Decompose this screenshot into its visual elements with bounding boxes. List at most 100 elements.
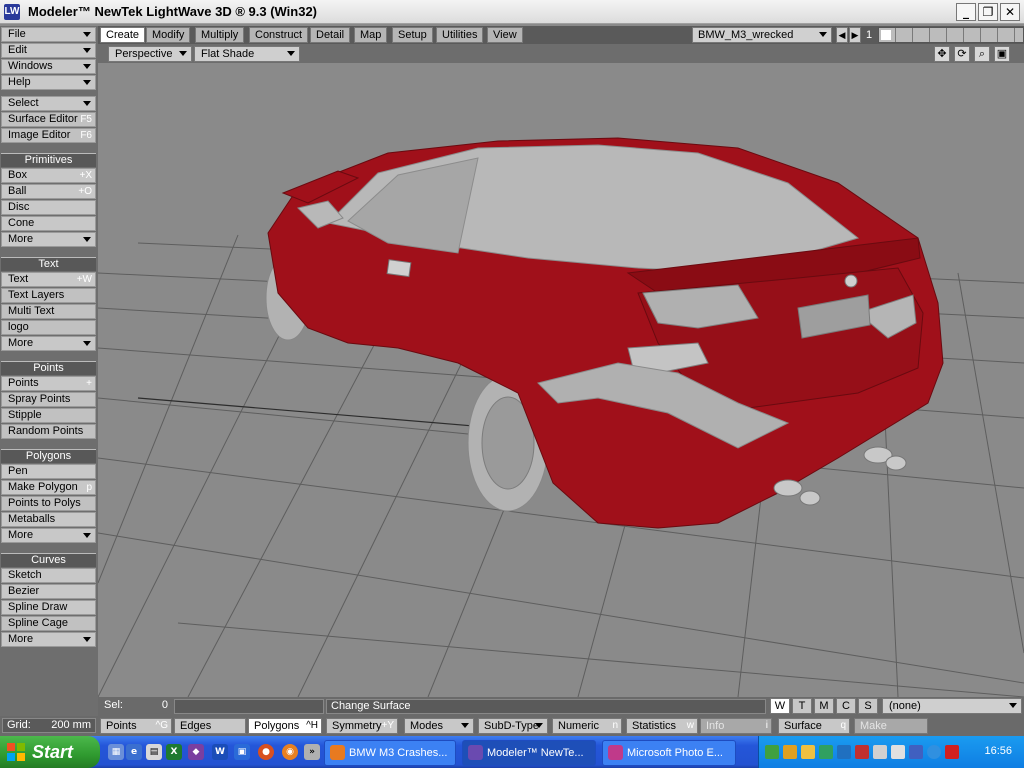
info-button[interactable]: Info i: [700, 718, 772, 734]
maximize-button[interactable]: ❐: [978, 3, 998, 21]
make-polygon-tool[interactable]: Make Polygon p: [1, 480, 96, 495]
lightwave-app-icon[interactable]: LW: [4, 4, 20, 20]
sketch-tool[interactable]: Sketch: [1, 568, 96, 583]
edges-mode-button[interactable]: Edges: [174, 718, 246, 734]
tray-monitor-icon[interactable]: [909, 745, 923, 759]
wtmcs-w-button[interactable]: W: [770, 698, 790, 714]
spline-draw-tool[interactable]: Spline Draw: [1, 600, 96, 615]
prev-layer-button[interactable]: ◀: [836, 27, 848, 43]
close-button[interactable]: ✕: [1000, 3, 1020, 21]
tray-volume-icon[interactable]: [873, 745, 887, 759]
numeric-button[interactable]: Numeric n: [552, 718, 622, 734]
windows-menu[interactable]: Windows: [1, 59, 96, 74]
surface-select-dropdown[interactable]: (none): [882, 698, 1022, 714]
perspective-viewport[interactable]: [98, 63, 1024, 697]
wtmcs-t-button[interactable]: T: [792, 698, 812, 714]
subd-type-dropdown[interactable]: SubD-Type: [478, 718, 548, 734]
move-view-icon[interactable]: ✥: [934, 46, 950, 62]
wtmcs-m-button[interactable]: M: [814, 698, 834, 714]
next-layer-button[interactable]: ▶: [849, 27, 861, 43]
tray-java-icon[interactable]: [783, 745, 797, 759]
tray-shield-icon[interactable]: [945, 745, 959, 759]
taskbar-photo-editor[interactable]: Microsoft Photo E...: [602, 740, 736, 766]
clock[interactable]: 16:56: [984, 745, 1012, 757]
quicklaunch-more-icon[interactable]: »: [304, 744, 320, 760]
shading-dropdown[interactable]: Flat Shade: [194, 46, 300, 62]
spline-cage-tool[interactable]: Spline Cage: [1, 616, 96, 631]
quicklaunch-firefox-icon[interactable]: ◉: [282, 744, 298, 760]
tray-security-icon[interactable]: [801, 745, 815, 759]
spray-points-tool[interactable]: Spray Points: [1, 392, 96, 407]
view-type-dropdown[interactable]: Perspective: [108, 46, 192, 62]
quicklaunch-media-icon[interactable]: ●: [258, 744, 274, 760]
tab-multiply[interactable]: Multiply: [195, 27, 245, 43]
tab-modify[interactable]: Modify: [146, 27, 191, 43]
points-to-polys-tool[interactable]: Points to Polys: [1, 496, 96, 511]
tab-construct[interactable]: Construct: [249, 27, 309, 43]
tab-detail[interactable]: Detail: [310, 27, 351, 43]
quicklaunch-calculator-icon[interactable]: ▤: [146, 744, 162, 760]
random-points-tool[interactable]: Random Points: [1, 424, 96, 439]
tray-update-icon[interactable]: [819, 745, 833, 759]
select-menu[interactable]: Select: [1, 96, 96, 111]
image-editor-button[interactable]: Image Editor F6: [1, 128, 96, 143]
tray-network-icon[interactable]: [765, 745, 779, 759]
help-menu[interactable]: Help: [1, 75, 96, 90]
logo-tool[interactable]: logo: [1, 320, 96, 335]
multi-text-tool[interactable]: Multi Text: [1, 304, 96, 319]
metaballs-tool[interactable]: Metaballs: [1, 512, 96, 527]
stipple-tool[interactable]: Stipple: [1, 408, 96, 423]
polygons-mode-button[interactable]: Polygons ^H: [248, 718, 322, 734]
text-layers-tool[interactable]: Text Layers: [1, 288, 96, 303]
task-label: Modeler™ NewTe...: [487, 747, 584, 759]
quicklaunch-word-icon[interactable]: W: [212, 744, 228, 760]
cone-tool[interactable]: Cone: [1, 216, 96, 231]
start-button[interactable]: Start: [0, 736, 100, 768]
disc-tool[interactable]: Disc: [1, 200, 96, 215]
quicklaunch-excel-icon[interactable]: X: [166, 744, 182, 760]
box-tool[interactable]: Box +X: [1, 168, 96, 183]
taskbar-modeler[interactable]: Modeler™ NewTe...: [462, 740, 596, 766]
modes-dropdown[interactable]: Modes: [404, 718, 474, 734]
edit-menu[interactable]: Edit: [1, 43, 96, 58]
tab-view[interactable]: View: [487, 27, 523, 43]
layer-toggles[interactable]: [878, 27, 1024, 43]
file-menu[interactable]: File: [1, 27, 96, 42]
polygons-more[interactable]: More: [1, 528, 96, 543]
pen-tool[interactable]: Pen: [1, 464, 96, 479]
maximize-view-icon[interactable]: ▣: [994, 46, 1010, 62]
rotate-view-icon[interactable]: ⟳: [954, 46, 970, 62]
points-tool[interactable]: Points +: [1, 376, 96, 391]
tab-setup[interactable]: Setup: [392, 27, 433, 43]
curves-more[interactable]: More: [1, 632, 96, 647]
symmetry-button[interactable]: Symmetry +Y: [326, 718, 398, 734]
tab-utilities[interactable]: Utilities: [436, 27, 484, 43]
taskbar-firefox[interactable]: BMW M3 Crashes...: [324, 740, 456, 766]
surface-button[interactable]: Surface q: [778, 718, 850, 734]
tab-map[interactable]: Map: [354, 27, 388, 43]
bezier-tool[interactable]: Bezier: [1, 584, 96, 599]
text-tool[interactable]: Text +W: [1, 272, 96, 287]
object-selector[interactable]: BMW_M3_wrecked: [692, 27, 832, 43]
tray-chrome-icon[interactable]: [927, 745, 941, 759]
statistics-button[interactable]: Statistics w: [626, 718, 698, 734]
minimize-button[interactable]: _: [956, 3, 976, 21]
zoom-view-icon[interactable]: ⌕: [974, 46, 990, 62]
quicklaunch-explorer-icon[interactable]: ▣: [234, 744, 250, 760]
primitives-more[interactable]: More: [1, 232, 96, 247]
tab-create[interactable]: Create: [100, 27, 146, 43]
ball-tool[interactable]: Ball +O: [1, 184, 96, 199]
wtmcs-c-button[interactable]: C: [836, 698, 856, 714]
points-mode-button[interactable]: Points ^G: [100, 718, 172, 734]
tray-mail-icon[interactable]: [891, 745, 905, 759]
tray-antivirus-icon[interactable]: [855, 745, 869, 759]
surface-editor-button[interactable]: Surface Editor F5: [1, 112, 96, 127]
quicklaunch-ie-icon[interactable]: e: [126, 744, 142, 760]
show-desktop-icon[interactable]: ▦: [108, 744, 124, 760]
quicklaunch-app-icon[interactable]: ◆: [188, 744, 204, 760]
text-more[interactable]: More: [1, 336, 96, 351]
make-button[interactable]: Make: [854, 718, 928, 734]
tray-bluetooth-icon[interactable]: [837, 745, 851, 759]
sketch-label: Sketch: [8, 569, 42, 581]
wtmcs-s-button[interactable]: S: [858, 698, 878, 714]
